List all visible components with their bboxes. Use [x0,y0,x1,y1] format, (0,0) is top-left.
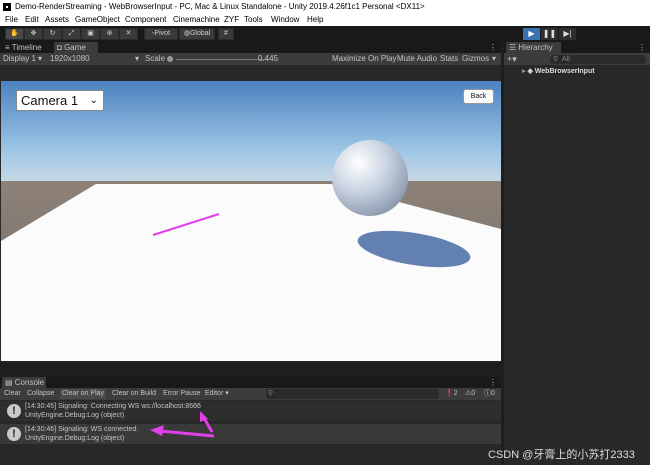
arrow-to-connected-log [159,429,215,438]
arrowhead-connected [150,425,164,436]
annotation-arrows [150,411,215,438]
arrow-to-connecting-log [202,417,214,433]
watermark: CSDN @牙膏上的小苏打2333 [488,449,635,461]
